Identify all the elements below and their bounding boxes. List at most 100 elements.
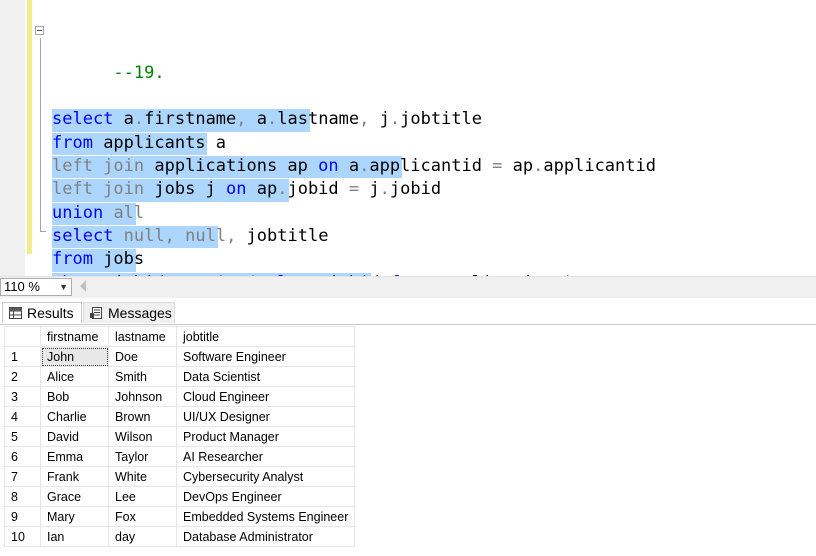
table-row[interactable]: 9 Mary Fox Embedded Systems Engineer (4, 506, 355, 527)
code-line: from applicants a (52, 132, 656, 156)
grid-cell-lastname[interactable]: Lee (108, 486, 177, 507)
code-token: applicants a (92, 132, 227, 153)
code-token: on (318, 156, 339, 177)
row-number[interactable]: 6 (4, 446, 41, 467)
row-number[interactable]: 5 (4, 426, 41, 447)
code-token: where (52, 273, 103, 276)
code-token: . (133, 109, 145, 130)
code-token: . (533, 156, 544, 177)
row-number[interactable]: 1 (4, 346, 41, 367)
code-line: where jobid not in (select jobid from ap… (52, 272, 656, 276)
column-header-lastname[interactable]: lastname (108, 326, 177, 347)
grid-cell-firstname[interactable]: Bob (40, 386, 109, 407)
row-number[interactable]: 9 (4, 506, 41, 527)
code-token: select (52, 225, 114, 246)
table-row[interactable]: 7 Frank White Cybersecurity Analyst (4, 466, 355, 487)
table-row[interactable]: 10 Ian day Database Administrator (4, 526, 355, 547)
grid-cell-lastname[interactable]: Smith (108, 366, 177, 387)
table-row[interactable]: 5 David Wilson Product Manager (4, 426, 355, 447)
column-header-firstname[interactable]: firstname (40, 326, 109, 347)
code-token: jobid (389, 179, 442, 200)
code-token: all (113, 202, 145, 223)
grid-cell-firstname[interactable]: Alice (40, 366, 109, 387)
tab-divider (0, 324, 816, 325)
grid-cell-jobtitle[interactable]: DevOps Engineer (176, 486, 355, 507)
grid-cell-lastname[interactable]: Brown (108, 406, 177, 427)
grid-cell-jobtitle[interactable]: Cybersecurity Analyst (176, 466, 355, 487)
grid-cell-lastname[interactable]: day (108, 526, 177, 547)
table-row[interactable]: 6 Emma Taylor AI Researcher (4, 446, 355, 467)
grid-cell-lastname[interactable]: Doe (108, 346, 177, 367)
scroll-left-arrow-icon[interactable] (80, 280, 86, 292)
grid-cell-firstname[interactable]: Ian (40, 526, 109, 547)
grid-cell-jobtitle[interactable]: Data Scientist (176, 366, 355, 387)
code-line: select a.firstname, a.lastname, j.jobtit… (52, 108, 656, 132)
zoom-value: 110 % (4, 279, 40, 294)
grid-cell-jobtitle[interactable]: AI Researcher (176, 446, 355, 467)
grid-cell-firstname[interactable]: Frank (40, 466, 109, 487)
code-token: . (267, 109, 278, 130)
code-token: null (123, 225, 165, 246)
grid-cell-firstname[interactable]: Emma (40, 446, 109, 467)
code-token: from (52, 132, 93, 153)
table-row[interactable]: 2 Alice Smith Data Scientist (4, 366, 355, 387)
grid-cell-lastname[interactable]: White (108, 466, 177, 487)
grid-cell-firstname[interactable]: Mary (40, 506, 109, 527)
code-comment: --19. (113, 62, 165, 83)
sql-editor[interactable]: --19. select a.firstname, a.lastname, j.… (0, 0, 816, 276)
table-row[interactable]: 1 John Doe Software Engineer (4, 346, 355, 367)
code-token: jobs (92, 249, 145, 270)
code-area[interactable]: --19. select a.firstname, a.lastname, j.… (52, 0, 656, 276)
code-line: left join applications ap on a.applicant… (52, 155, 656, 179)
zoom-dropdown[interactable]: 110 % ▼ (0, 278, 72, 296)
row-number[interactable]: 3 (4, 386, 41, 407)
grid-cell-firstname[interactable]: John (40, 346, 109, 367)
results-grid[interactable]: firstname lastname jobtitle 1 John Doe Soft… (4, 326, 355, 547)
row-number[interactable]: 2 (4, 366, 41, 387)
fold-guide-end (40, 231, 46, 232)
chevron-down-icon[interactable]: ▼ (59, 279, 68, 295)
code-token: applicantid (543, 156, 656, 177)
code-token: applications (431, 273, 564, 276)
grid-cell-jobtitle[interactable]: Embedded Systems Engineer (176, 506, 355, 527)
grid-cell-lastname[interactable]: Taylor (108, 446, 177, 467)
grid-cell-lastname[interactable]: Johnson (108, 386, 177, 407)
code-token: not in (175, 273, 236, 276)
column-header-jobtitle[interactable]: jobtitle (176, 326, 355, 347)
code-token: firstname (144, 109, 237, 130)
code-token: jobtitle (236, 225, 329, 246)
grid-cell-firstname[interactable]: David (40, 426, 109, 447)
grid-cell-jobtitle[interactable]: Product Manager (176, 426, 355, 447)
row-number[interactable]: 8 (4, 486, 41, 507)
code-token: ap (246, 179, 278, 200)
tab-messages[interactable]: Messages (83, 302, 175, 323)
grid-cell-firstname[interactable]: Charlie (40, 406, 109, 427)
grid-cell-firstname[interactable]: Grace (40, 486, 109, 507)
grid-cell-lastname[interactable]: Wilson (108, 426, 177, 447)
grid-cell-jobtitle[interactable]: UI/UX Designer (176, 406, 355, 427)
row-number-header[interactable] (4, 326, 41, 347)
code-token: jobid (103, 273, 175, 276)
tab-results[interactable]: Results (2, 302, 82, 323)
code-token: on (226, 179, 247, 200)
table-row[interactable]: 8 Grace Lee DevOps Engineer (4, 486, 355, 507)
code-token: jobtitle (400, 109, 483, 130)
table-row[interactable]: 4 Charlie Brown UI/UX Designer (4, 406, 355, 427)
grid-icon (9, 307, 22, 319)
editor-status-row: 110 % ▼ (0, 276, 816, 298)
code-line: from jobs (52, 248, 656, 272)
code-token: left join (52, 179, 145, 200)
grid-cell-jobtitle[interactable]: Cloud Engineer (176, 386, 355, 407)
code-token: , (226, 225, 237, 246)
row-number[interactable]: 7 (4, 466, 41, 487)
grid-cell-jobtitle[interactable]: Database Administrator (176, 526, 355, 547)
row-number[interactable]: 4 (4, 406, 41, 427)
editor-gutter (0, 0, 25, 276)
grid-cell-jobtitle[interactable]: Software Engineer (176, 346, 355, 367)
grid-cell-lastname[interactable]: Fox (108, 506, 177, 527)
collapse-region-icon[interactable] (35, 26, 44, 35)
row-number[interactable]: 10 (4, 526, 41, 547)
table-row[interactable]: 3 Bob Johnson Cloud Engineer (4, 386, 355, 407)
messages-icon (90, 307, 102, 319)
